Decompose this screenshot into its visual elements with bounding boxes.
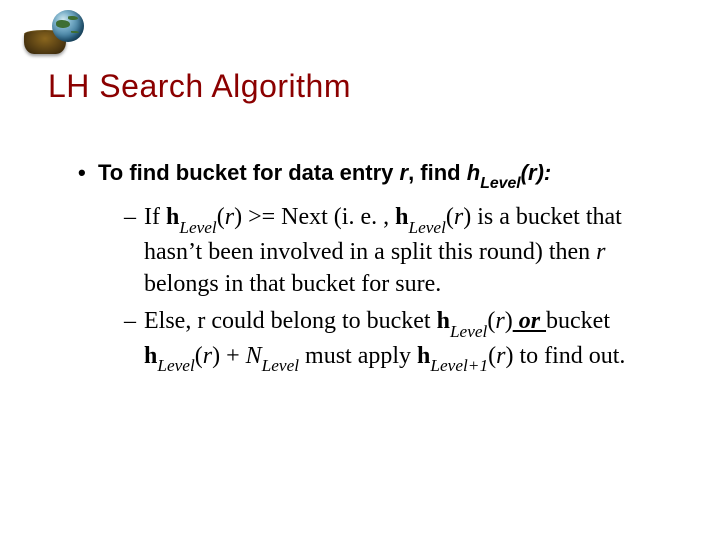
paren: ( [446,204,454,230]
var-r: r [528,160,537,185]
h-fn: h [467,160,480,185]
h-sub: Level+1 [430,356,488,375]
paren: ( [488,343,496,369]
h-sub: Level [179,218,216,237]
bullet-main: To find bucket for data entry r, find hL… [78,158,680,192]
h-sub: Level [480,175,520,192]
var-N: N [246,343,262,369]
colon: : [544,160,551,185]
slide: LH Search Algorithm To find bucket for d… [0,0,720,540]
text: Else, r could belong to bucket [144,308,437,334]
text: to find out. [513,343,625,369]
h-fn: h [144,343,157,369]
h-fn: h [437,308,450,334]
paren: ) [505,308,513,334]
paren: ( [195,343,203,369]
paren: ) [537,160,544,185]
text: , find [408,160,467,185]
paren: ( [217,204,225,230]
bullet-if: If hLevel(r) >= Next (i. e. , hLevel(r) … [124,202,680,300]
var-r: r [596,239,605,265]
var-r: r [225,204,234,230]
text: belongs in that bucket for sure. [144,271,441,297]
logo-icon [14,10,86,56]
text: >= Next (i. e. , [242,204,395,230]
text: + [220,343,246,369]
h-sub: Level [450,322,487,341]
h-sub: Level [408,218,445,237]
text: bucket [546,308,610,334]
var-r: r [495,308,504,334]
slide-title: LH Search Algorithm [48,68,351,105]
word-or: or [513,308,546,334]
N-sub: Level [262,356,299,375]
text: must apply [299,343,417,369]
bullet-else: Else, r could belong to bucket hLevel(r)… [124,306,680,375]
var-r: r [454,204,463,230]
paren: ) [212,343,220,369]
text: If [144,204,166,230]
paren: ) [234,204,242,230]
h-fn: h [395,204,408,230]
h-sub: Level [157,356,194,375]
text: To find bucket for data entry [98,160,400,185]
var-r: r [203,343,212,369]
var-r: r [400,160,409,185]
slide-body: To find bucket for data entry r, find hL… [78,158,680,381]
h-fn: h [417,343,430,369]
paren: ( [521,160,528,185]
h-fn: h [166,204,179,230]
